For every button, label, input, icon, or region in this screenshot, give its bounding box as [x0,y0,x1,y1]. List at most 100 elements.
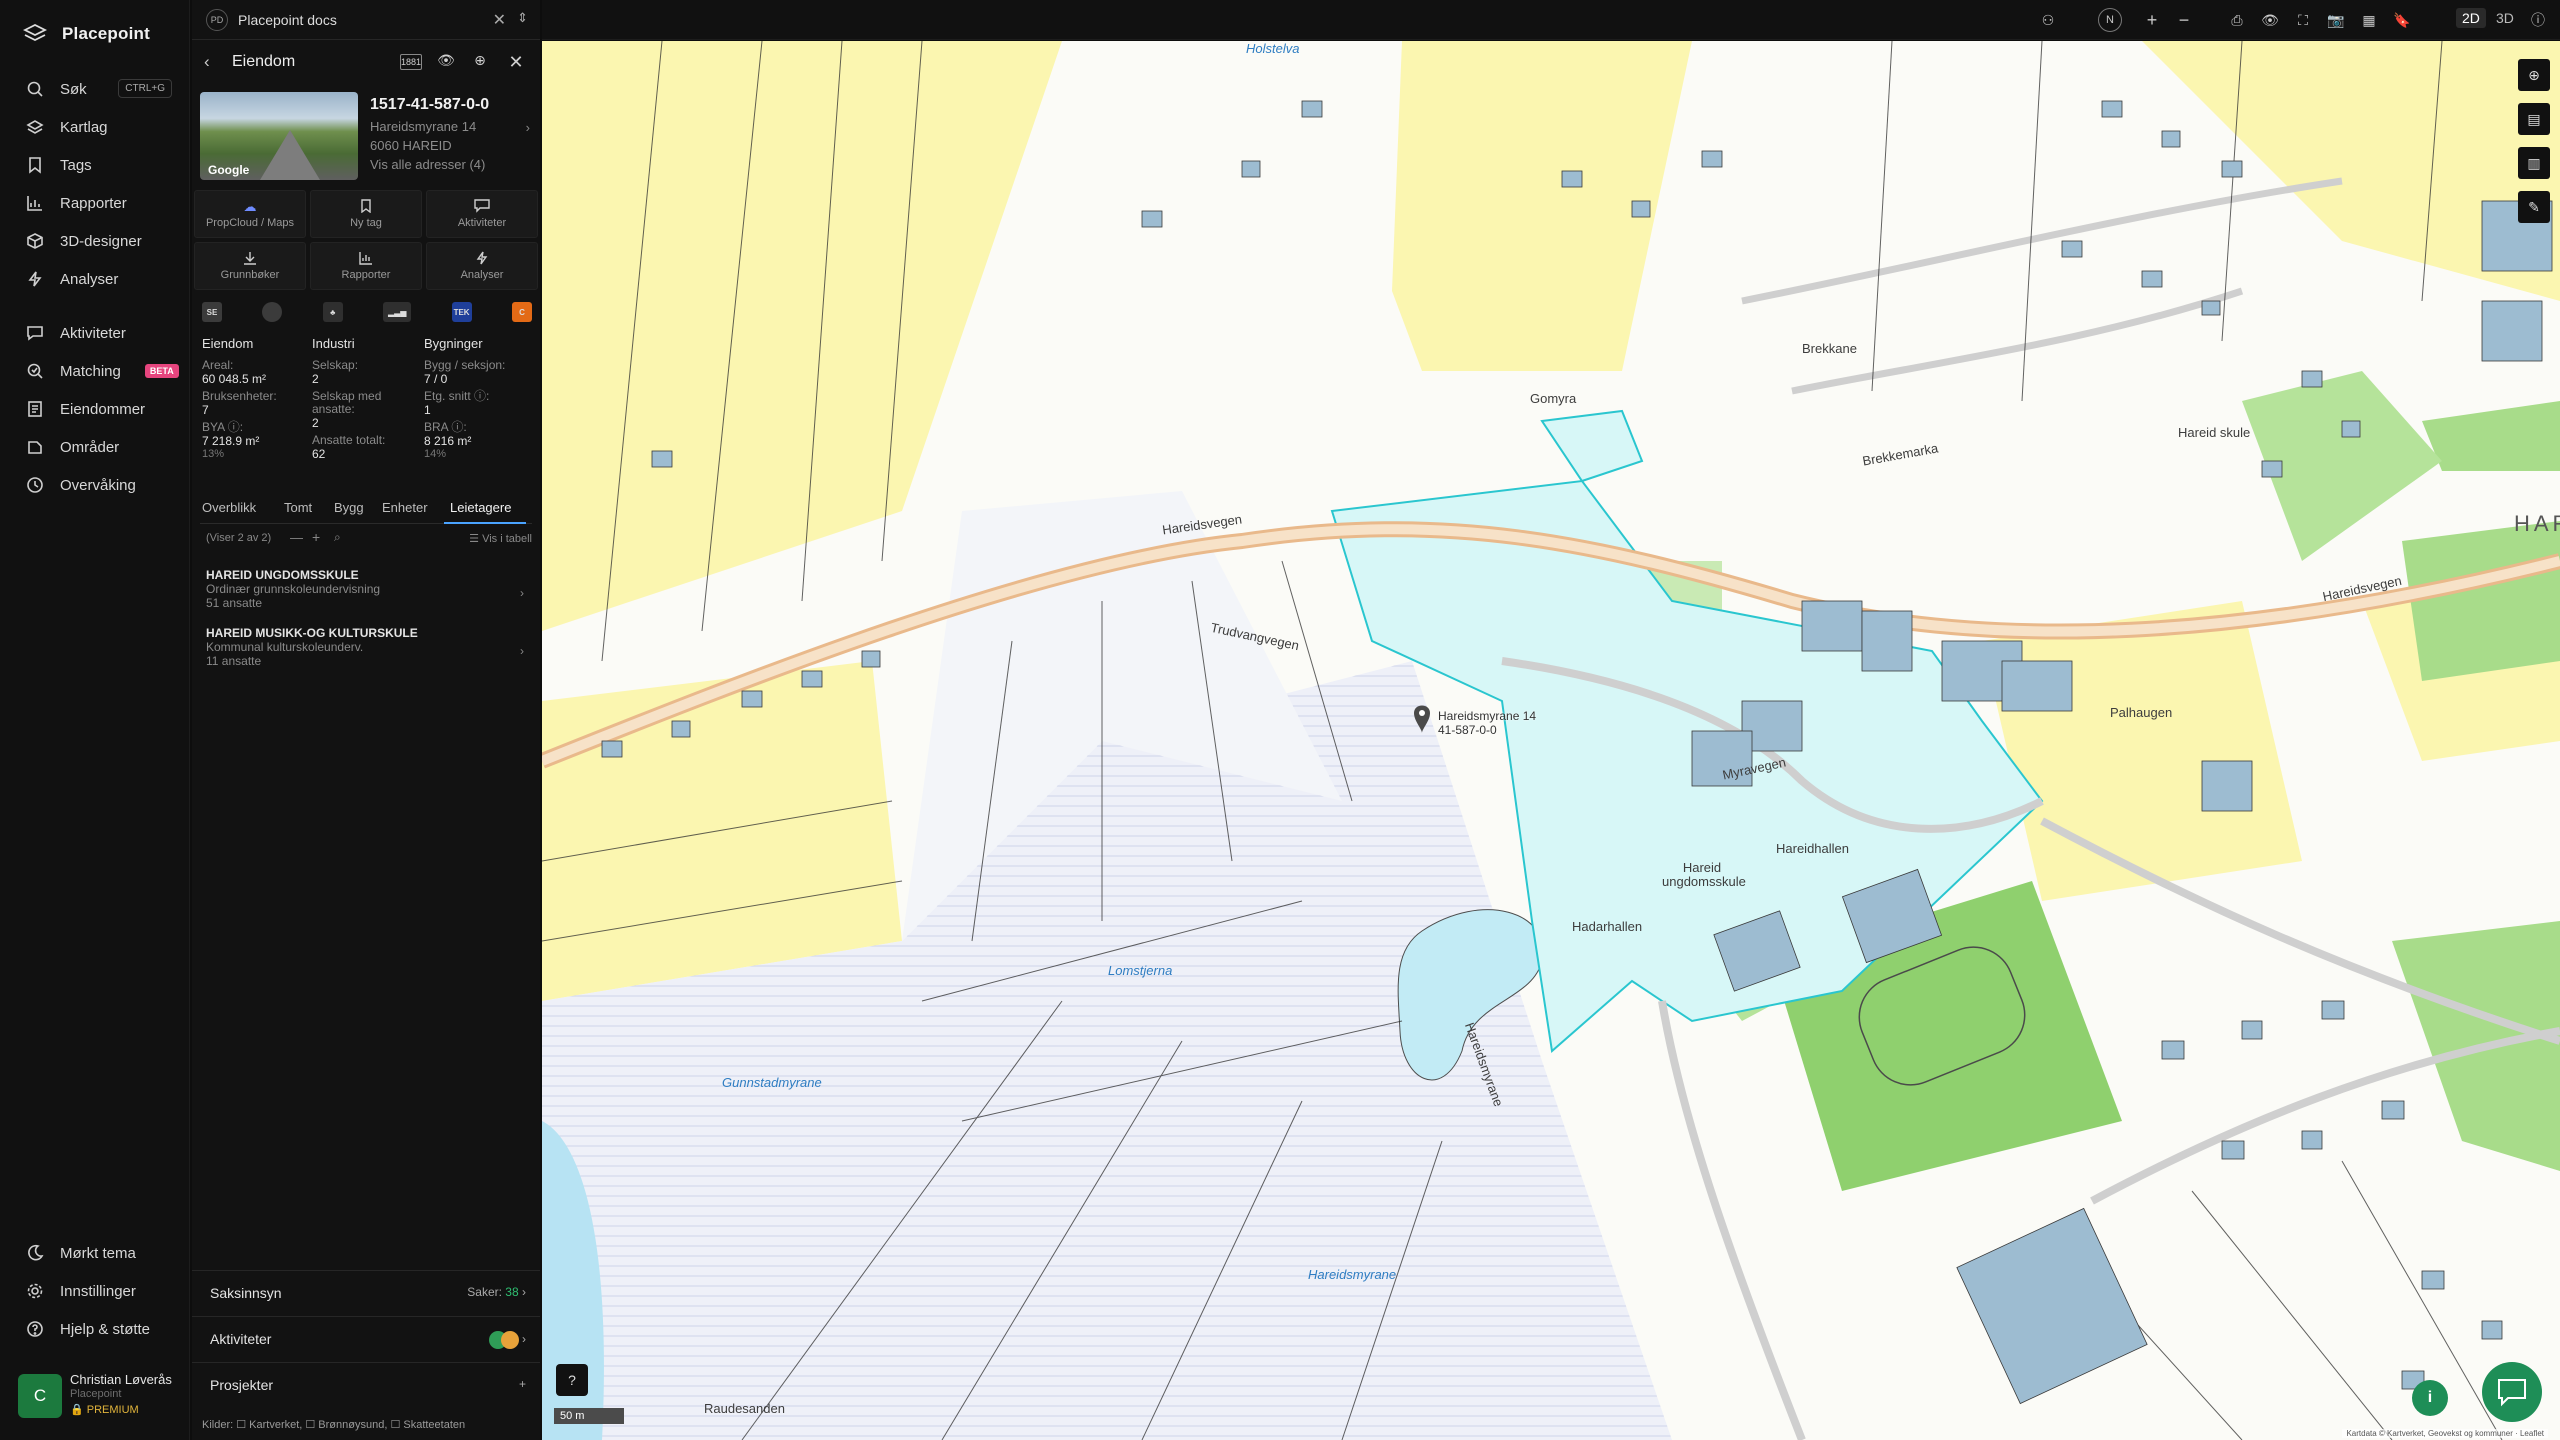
user-plan: 🔒 PREMIUM [70,1404,139,1416]
nav-item-tags[interactable]: Tags [0,148,190,182]
stat-value: 7 218.9 m² [202,434,260,448]
chevron-right-icon: › [520,644,524,658]
tab-overblikk[interactable]: Overblikk [202,500,256,515]
map-help-icon[interactable]: ? [556,1364,588,1396]
nav-item-help[interactable]: Hjelp & støtte [0,1312,190,1346]
list-item[interactable]: HAREID MUSIKK-OG KULTURSKULE Kommunal ku… [206,626,532,682]
info-icon[interactable]: ⓘ [2528,10,2548,30]
tab-bygg[interactable]: Bygg [334,500,364,515]
section-title: Saksinnsyn [210,1285,282,1301]
chat-icon [474,199,490,213]
fullscreen-icon[interactable]: ⛶ [2293,10,2313,30]
camera-icon[interactable]: 📷 [2326,10,2346,30]
mode-3d-button[interactable]: 3D [2490,8,2520,28]
section-saksinnsyn[interactable]: Saksinnsyn Saker: 38 › [192,1270,540,1314]
nav-item-overvaking[interactable]: Overvåking [0,468,190,502]
building-code-icon[interactable]: 1881 [400,54,422,70]
source-se-icon[interactable]: SE [202,302,222,322]
nav-item-eiendommer[interactable]: Eiendommer [0,392,190,426]
user-location-icon[interactable]: ⚇ [2038,10,2058,30]
map-layers-tool-icon[interactable]: ⊕ [2518,59,2550,91]
source-globe-icon[interactable] [262,302,283,322]
stat-value: 60 048.5 m² [202,372,267,386]
map-canvas[interactable]: Hareidsvegen Hareidsvegen Trudvangvegen … [542,41,2560,1440]
street-view-photo[interactable]: Google [200,92,358,180]
print-icon[interactable]: ⎙ [2227,10,2247,30]
nav-label: Mørkt tema [60,1244,136,1262]
chevron-updown-icon[interactable]: ⇕ [517,10,528,26]
brand[interactable]: Placepoint [22,18,150,50]
collapse-icon[interactable]: — [290,530,303,545]
user-profile[interactable]: C Christian Løverås Placepoint 🔒 PREMIUM [18,1370,178,1420]
stats-industri: Industri Selskap: 2 Selskap med ansatte:… [312,336,422,465]
nav-label: Hjelp & støtte [60,1320,151,1338]
nav-item-dark-theme[interactable]: Mørkt tema [0,1236,190,1270]
back-icon[interactable]: ‹ [204,52,210,72]
nav-item-settings[interactable]: Innstillinger [0,1274,190,1308]
zoom-in-icon[interactable]: + [2142,10,2162,30]
section-prosjekter[interactable]: Prosjekter + [192,1362,540,1406]
list-icon [26,400,44,418]
nav-item-matching[interactable]: Matching BETA [0,354,190,388]
user-name: Christian Løverås [70,1372,172,1387]
eye-icon[interactable]: 👁 [436,52,456,72]
tab-enheter[interactable]: Enheter [382,500,428,515]
add-icon[interactable]: + [312,529,320,545]
nav-item-omrader[interactable]: Områder [0,430,190,464]
north-compass-button[interactable]: N [2098,8,2122,32]
close-panel-icon[interactable]: ✕ [506,52,526,72]
table-view-button[interactable]: ☰ Vis i tabell [469,532,532,545]
source-tek-icon[interactable]: TEK [451,302,472,322]
source-tree-icon[interactable]: ♣ [322,302,343,322]
add-circle-icon[interactable]: ⊕ [470,52,490,72]
all-addresses-link[interactable]: Vis alle adresser (4) [370,157,485,172]
stat-label: BRA ⓘ: [424,420,467,434]
search-icon[interactable]: ⌕ [334,530,341,545]
app-name: Placepoint [62,24,150,43]
zoom-out-icon[interactable]: − [2174,10,2194,30]
nav-item-3d-designer[interactable]: 3D-designer [0,224,190,258]
close-doc-icon[interactable]: ✕ [493,10,506,30]
activities-button[interactable]: Aktiviteter [426,190,538,238]
stat-value: 62 [312,447,326,461]
match-icon [26,362,44,380]
tab-tomt[interactable]: Tomt [284,500,312,515]
nav-item-kartlag[interactable]: Kartlag [0,110,190,144]
map-draw-tool-icon[interactable]: ✎ [2518,191,2550,223]
cases-label: Saker: [467,1285,502,1299]
list-item[interactable]: HAREID UNGDOMSSKULE Ordinær grunnskoleun… [206,568,532,624]
nav-label: Aktiviteter [60,324,126,342]
source-c-icon[interactable]: C [511,302,532,322]
propcloud-button[interactable]: ☁ PropCloud / Maps [194,190,306,238]
source-bars-icon[interactable]: ▂▃▅ [383,302,412,322]
stats-heading: Eiendom [202,336,254,351]
nav-item-analyser[interactable]: Analyser [0,262,190,296]
nav-item-aktiviteter[interactable]: Aktiviteter [0,316,190,350]
eye-icon[interactable]: 👁 [2260,10,2280,30]
doc-tab[interactable]: PD Placepoint docs ✕ ⇕ [192,0,540,40]
grid-icon[interactable]: ▦ [2359,10,2379,30]
nav-label: Analyser [60,270,119,288]
cases-count: Saker: 38 › [467,1285,526,1299]
chat-support-icon[interactable] [2482,1362,2542,1422]
grunnboker-button[interactable]: Grunnbøker [194,242,306,290]
info-icon[interactable]: i [2412,1380,2448,1416]
section-aktiviteter[interactable]: Aktiviteter › [192,1316,540,1360]
gear-icon [26,1282,44,1300]
new-tag-button[interactable]: Ny tag [310,190,422,238]
nav-item-search[interactable]: Søk CTRL+G [0,72,190,106]
road-shape [260,130,320,180]
place-label: Gunnstadmyrane [722,1075,822,1090]
property-address[interactable]: Hareidsmyrane 14 [370,119,476,134]
bookmark-icon[interactable]: 🔖 [2392,10,2412,30]
map-measure-tool-icon[interactable]: ▤ [2518,103,2550,135]
reports-button[interactable]: Rapporter [310,242,422,290]
nav-item-rapporter[interactable]: Rapporter [0,186,190,220]
chevron-right-icon[interactable]: › [526,120,530,135]
place-label: Hadarhallen [1572,919,1643,934]
add-project-icon[interactable]: + [519,1377,526,1391]
mode-2d-button[interactable]: 2D [2456,8,2486,28]
analyses-button[interactable]: Analyser [426,242,538,290]
tab-leietagere[interactable]: Leietagere [450,500,511,515]
map-chart-tool-icon[interactable]: ▥ [2518,147,2550,179]
